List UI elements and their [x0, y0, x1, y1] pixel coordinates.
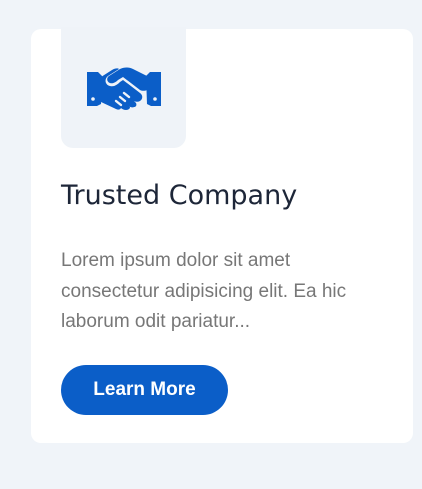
- feature-card: Trusted Company Lorem ipsum dolor sit am…: [31, 27, 413, 443]
- learn-more-button[interactable]: Learn More: [61, 365, 228, 415]
- card-description: Lorem ipsum dolor sit amet consectetur a…: [61, 250, 347, 332]
- card-title: Trusted Company: [61, 180, 298, 211]
- icon-box: [61, 27, 186, 148]
- handshake-icon: [86, 67, 161, 110]
